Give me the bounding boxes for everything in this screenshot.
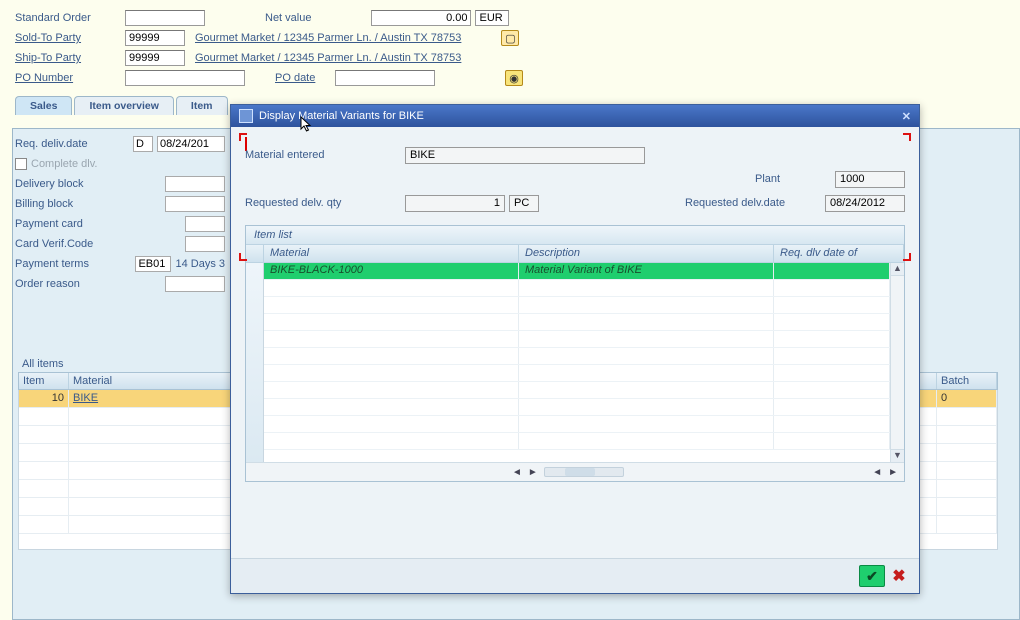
dialog-ok-button[interactable]: ✔ — [859, 565, 885, 587]
material-entered-label: Material entered — [245, 149, 405, 161]
dialog-titlebar[interactable]: Display Material Variants for BIKE ✕ — [231, 105, 919, 127]
item-cell-no: 10 — [19, 390, 69, 408]
standard-order-label: Standard Order — [15, 12, 125, 24]
req-date-label: Requested delv.date — [685, 197, 825, 209]
item-cell-batch[interactable]: 0 — [937, 390, 997, 408]
col-variant-reqdate[interactable]: Req. dlv date of — [774, 245, 904, 262]
col-batch[interactable]: Batch — [937, 373, 997, 389]
po-date-label[interactable]: PO date — [275, 72, 335, 84]
scroll-up-icon[interactable]: ▲ — [891, 263, 904, 276]
complete-dlv-label: Complete dlv. — [31, 158, 225, 170]
order-header: Standard Order Net value Sold-To Party G… — [0, 0, 1020, 92]
po-number-label[interactable]: PO Number — [15, 72, 125, 84]
payment-card-input[interactable] — [185, 216, 225, 232]
scroll-down-icon[interactable]: ▼ — [891, 449, 904, 462]
col-item[interactable]: Item — [19, 373, 69, 389]
col-variant-description[interactable]: Description — [519, 245, 774, 262]
partner-details-icon[interactable]: ▢ — [501, 30, 519, 46]
card-verif-label: Card Verif.Code — [15, 238, 185, 250]
ship-to-party-label[interactable]: Ship-To Party — [15, 52, 125, 64]
selection-corner-icon — [239, 133, 247, 141]
sales-panel: Req. deliv.date Complete dlv. Delivery b… — [15, 134, 225, 294]
tab-sales[interactable]: Sales — [15, 96, 72, 115]
standard-order-input[interactable] — [125, 10, 205, 26]
tab-item-overview[interactable]: Item overview — [74, 96, 173, 115]
plant-value — [835, 171, 905, 188]
material-entered-value — [405, 147, 645, 164]
material-variants-dialog: Display Material Variants for BIKE ✕ Mat… — [230, 104, 920, 594]
scroll-left-icon[interactable]: ◄ — [512, 467, 522, 478]
complete-dlv-checkbox[interactable] — [15, 158, 27, 170]
selection-corner-icon — [903, 253, 911, 261]
dialog-cancel-button[interactable]: ✖ — [889, 565, 909, 587]
ship-to-party-code[interactable] — [125, 50, 185, 66]
item-cell-material[interactable]: BIKE — [69, 390, 239, 408]
sold-to-party-code[interactable] — [125, 30, 185, 46]
dialog-title-icon — [239, 109, 253, 123]
po-date-input[interactable] — [335, 70, 435, 86]
payment-terms-code[interactable] — [135, 256, 171, 272]
col-material[interactable]: Material — [69, 373, 239, 389]
billing-block-label: Billing block — [15, 198, 165, 210]
net-value-amount — [371, 10, 471, 26]
payment-terms-text: 14 Days 3 — [175, 258, 225, 270]
selection-corner-icon — [903, 133, 911, 141]
req-deliv-date-label: Req. deliv.date — [15, 138, 133, 150]
order-reason-input[interactable] — [165, 276, 225, 292]
dialog-close-icon[interactable]: ✕ — [902, 110, 911, 123]
billing-block-input[interactable] — [165, 196, 225, 212]
variant-row[interactable]: BIKE-BLACK-1000 Material Variant of BIKE — [264, 263, 890, 280]
delivery-block-label: Delivery block — [15, 178, 165, 190]
ship-to-party-text[interactable]: Gourmet Market / 12345 Parmer Ln. / Aust… — [195, 52, 461, 64]
variant-item-list: Item list Material Description Req. dlv … — [245, 225, 905, 482]
grid-horizontal-scrollbar[interactable]: ◄ ► ◄ ► — [246, 463, 904, 481]
dialog-title-text: Display Material Variants for BIKE — [259, 110, 424, 122]
req-qty-label: Requested delv. qty — [245, 197, 405, 209]
variant-grid-header: Material Description Req. dlv date of — [246, 245, 904, 263]
grid-vertical-scrollbar[interactable]: ▲ ▼ — [890, 263, 904, 462]
col-variant-material[interactable]: Material — [264, 245, 519, 262]
po-number-input[interactable] — [125, 70, 245, 86]
payment-terms-label: Payment terms — [15, 258, 135, 270]
payment-card-label: Payment card — [15, 218, 185, 230]
variant-grid-title: Item list — [246, 226, 904, 245]
tab-item-detail[interactable]: Item — [176, 96, 228, 115]
delivery-block-input[interactable] — [165, 176, 225, 192]
net-value-label: Net value — [265, 12, 311, 24]
dialog-footer: ✔ ✖ — [231, 558, 919, 593]
variant-material: BIKE-BLACK-1000 — [264, 263, 519, 279]
order-reason-label: Order reason — [15, 278, 165, 290]
card-verif-input[interactable] — [185, 236, 225, 252]
selection-corner-icon — [239, 253, 247, 261]
req-deliv-type[interactable] — [133, 136, 153, 152]
plant-label: Plant — [755, 173, 835, 185]
variant-description: Material Variant of BIKE — [519, 263, 774, 279]
req-qty-uom — [509, 195, 539, 212]
sold-to-party-label[interactable]: Sold-To Party — [15, 32, 125, 44]
scroll-right-icon[interactable]: ► — [888, 467, 898, 478]
net-value-currency — [475, 10, 509, 26]
req-deliv-date[interactable] — [157, 136, 225, 152]
sold-to-party-text[interactable]: Gourmet Market / 12345 Parmer Ln. / Aust… — [195, 32, 461, 44]
header-detail-icon[interactable]: ◉ — [505, 70, 523, 86]
scroll-right-icon[interactable]: ► — [528, 467, 538, 478]
req-date-value — [825, 195, 905, 212]
hscroll-track[interactable] — [544, 467, 624, 477]
req-qty-value — [405, 195, 505, 212]
grid-row-selector-gutter[interactable] — [246, 263, 264, 462]
scroll-left-icon[interactable]: ◄ — [872, 467, 882, 478]
